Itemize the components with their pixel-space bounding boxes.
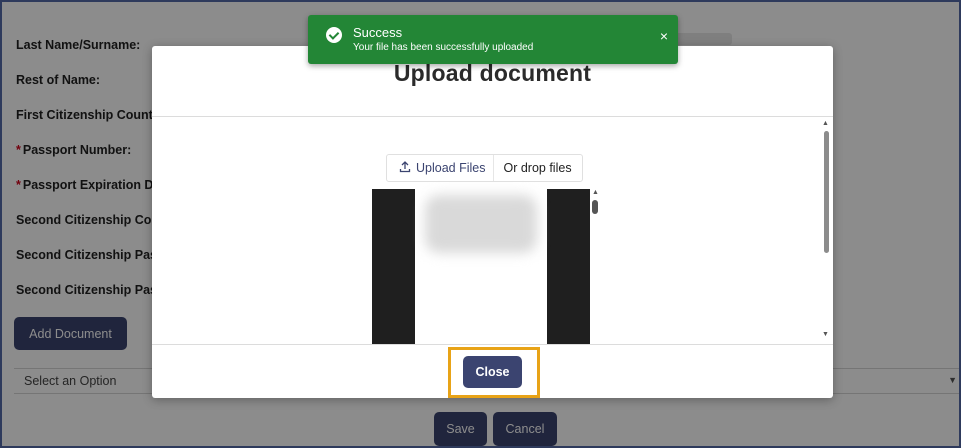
toast-title: Success xyxy=(353,25,403,40)
upload-icon xyxy=(399,160,411,176)
scroll-up-icon: ▲ xyxy=(592,189,599,196)
upload-files-label: Upload Files xyxy=(416,161,486,175)
close-icon[interactable]: × xyxy=(660,29,668,43)
app-frame: Last Name/Surname: Rest of Name: First C… xyxy=(0,0,961,448)
scroll-down-icon: ▼ xyxy=(822,331,829,338)
modal-body: Upload Files Or drop files ▲ ▲ ▼ xyxy=(152,117,833,344)
success-toast: Success Your file has been successfully … xyxy=(308,15,678,64)
divider xyxy=(152,344,833,345)
preview-scrollbar[interactable]: ▲ xyxy=(592,189,600,229)
upload-files-button[interactable]: Upload Files xyxy=(387,155,495,181)
document-page-thumbnail xyxy=(415,189,547,344)
close-button[interactable]: Close xyxy=(463,356,522,388)
upload-control: Upload Files Or drop files xyxy=(386,154,583,182)
blurred-content xyxy=(425,195,537,253)
scrollbar-thumb[interactable] xyxy=(592,200,598,214)
drop-files-label: Or drop files xyxy=(503,161,572,175)
modal-scrollbar[interactable]: ▲ ▼ xyxy=(821,117,831,344)
toast-message: Your file has been successfully uploaded xyxy=(353,42,534,53)
document-preview xyxy=(372,189,590,344)
check-circle-icon xyxy=(326,27,342,43)
upload-document-modal: Upload document Upload Files Or drop fil… xyxy=(152,46,833,398)
scrollbar-thumb[interactable] xyxy=(824,131,829,253)
scroll-up-icon: ▲ xyxy=(822,120,829,127)
modal-title: Upload document xyxy=(393,60,592,86)
